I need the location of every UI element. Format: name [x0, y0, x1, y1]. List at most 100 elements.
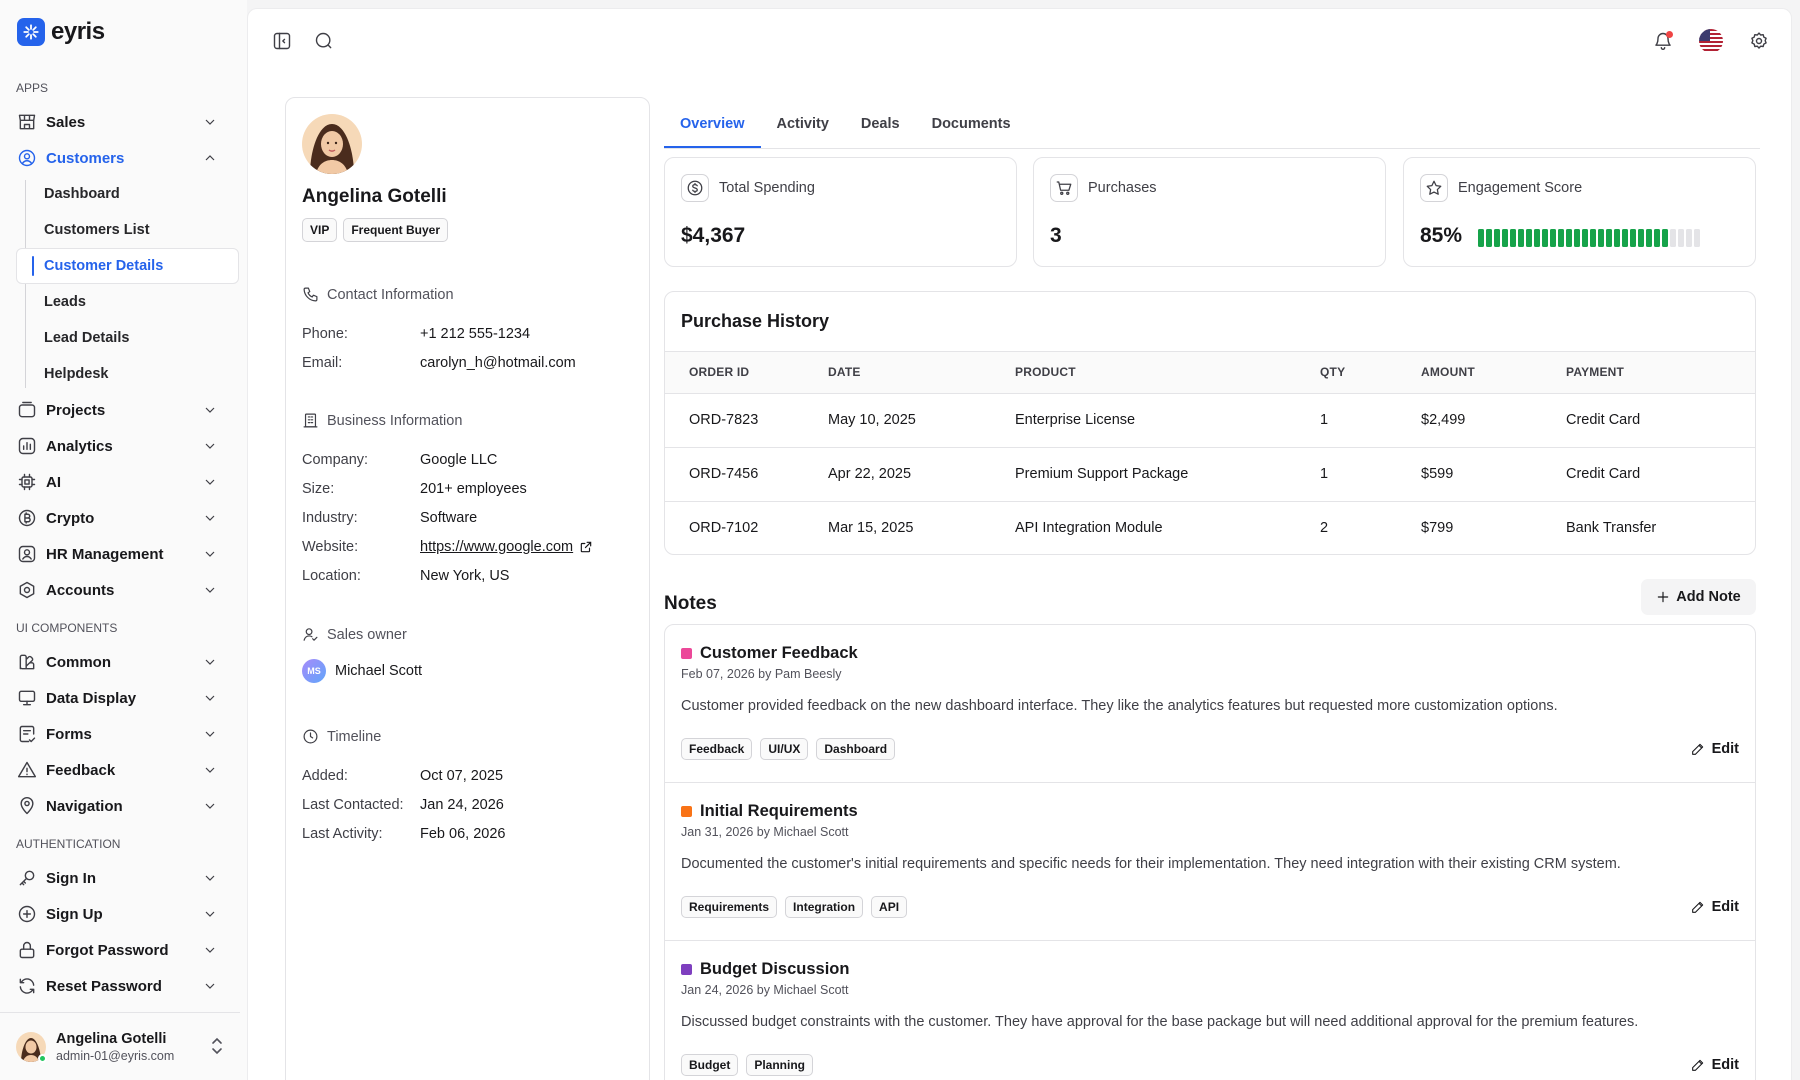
- sidebar-item-label: Accounts: [46, 581, 115, 599]
- date-cell: Apr 22, 2025: [828, 447, 1015, 502]
- size-value: 201+ employees: [420, 480, 527, 497]
- sidebar-item-ai[interactable]: AI: [8, 464, 232, 500]
- last-contacted-value: Jan 24, 2026: [420, 796, 504, 813]
- sidebar-item-label: Forgot Password: [46, 941, 169, 959]
- sidebar-item-analytics[interactable]: Analytics: [8, 428, 232, 464]
- sidebar-item-reset-password[interactable]: Reset Password: [8, 968, 232, 1004]
- progress-segment: [1686, 229, 1692, 247]
- field-label: Email:: [302, 354, 343, 371]
- subnav-item-dashboard[interactable]: Dashboard: [25, 176, 232, 212]
- customer-tags: VIP Frequent Buyer: [302, 218, 449, 242]
- note-title: Initial Requirements: [700, 802, 858, 820]
- progress-segment: [1534, 229, 1540, 247]
- bitcoin-icon: [17, 508, 37, 528]
- contact-information: Contact Information Phone: +1 212 555-123…: [302, 286, 637, 377]
- chevron-down-icon: [202, 798, 218, 814]
- edit-note-button[interactable]: Edit: [1690, 1054, 1739, 1076]
- note-tag: Dashboard: [816, 738, 896, 760]
- tab-deals[interactable]: Deals: [845, 105, 916, 148]
- sidebar-item-accounts[interactable]: Accounts: [8, 572, 232, 608]
- section-heading: Sales owner: [327, 626, 407, 643]
- sidebar-item-common[interactable]: Common: [8, 644, 232, 680]
- plus-icon: [1658, 591, 1669, 603]
- website-link[interactable]: https://www.google.com: [420, 539, 593, 555]
- edit-label: Edit: [1711, 1057, 1739, 1073]
- sidebar-item-sign-in[interactable]: Sign In: [8, 860, 232, 896]
- us-flag-icon[interactable]: [1699, 29, 1723, 53]
- subnav-item-lead-details[interactable]: Lead Details: [25, 320, 232, 356]
- stat-value: $4,367: [681, 224, 746, 247]
- edit-note-button[interactable]: Edit: [1690, 896, 1739, 918]
- industry-value: Software: [420, 509, 478, 526]
- sidebar-item-sales[interactable]: Sales: [8, 104, 232, 140]
- key-icon: [17, 868, 37, 888]
- sidebar-item-label: Common: [46, 653, 111, 671]
- purchase-history-card: Purchase History ORDER ID DATE PRODUCT Q…: [664, 291, 1756, 555]
- star-icon: [1420, 174, 1448, 202]
- edit-label: Edit: [1711, 899, 1739, 915]
- note-meta: Jan 31, 2026 by Michael Scott: [681, 825, 849, 839]
- sidebar-toggle-icon[interactable]: [272, 31, 292, 51]
- sidebar-item-label: Sign Up: [46, 905, 103, 923]
- amount-cell: $599: [1421, 447, 1566, 502]
- sidebar-item-forms[interactable]: Forms: [8, 716, 232, 752]
- note-color-dot: [681, 964, 692, 975]
- chevron-down-icon: [202, 510, 218, 526]
- brand[interactable]: eyris: [17, 18, 105, 46]
- owner-name: Michael Scott: [335, 663, 423, 679]
- product-cell: Enterprise License: [1015, 393, 1320, 448]
- gear-icon[interactable]: [1749, 31, 1769, 51]
- tab-activity[interactable]: Activity: [761, 105, 845, 148]
- add-note-button[interactable]: Add Note: [1641, 579, 1756, 615]
- progress-segment: [1542, 229, 1548, 247]
- tag-badge: Frequent Buyer: [343, 218, 449, 242]
- field-label: Added:: [302, 767, 348, 784]
- sidebar-item-customers[interactable]: Customers: [8, 140, 232, 176]
- chevron-down-icon: [202, 726, 218, 742]
- date-cell: May 10, 2025: [828, 393, 1015, 448]
- table-row[interactable]: ORD-7102 Mar 15, 2025 API Integration Mo…: [665, 501, 1755, 554]
- progress-segment: [1566, 229, 1572, 247]
- bell-icon[interactable]: [1653, 31, 1673, 51]
- qty-cell: 1: [1320, 447, 1421, 502]
- table-header-row: ORDER ID DATE PRODUCT QTY AMOUNT PAYMENT: [665, 352, 1755, 394]
- chevron-down-icon: [202, 546, 218, 562]
- tab-overview[interactable]: Overview: [664, 105, 761, 148]
- business-information: Business Information Company: Google LLC …: [302, 412, 637, 590]
- amount-cell: $2,499: [1421, 393, 1566, 448]
- sidebar-item-forgot-password[interactable]: Forgot Password: [8, 932, 232, 968]
- column-header: QTY: [1320, 352, 1421, 394]
- table-row[interactable]: ORD-7823 May 10, 2025 Enterprise License…: [665, 393, 1755, 448]
- sidebar-item-sign-up[interactable]: Sign Up: [8, 896, 232, 932]
- company-value: Google LLC: [420, 451, 498, 468]
- field-label: Industry:: [302, 509, 358, 526]
- sidebar-item-hr-management[interactable]: HR Management: [8, 536, 232, 572]
- field-label: Last Activity:: [302, 825, 383, 842]
- note-item: Initial Requirements Jan 31, 2026 by Mic…: [665, 783, 1755, 941]
- notes-list: Customer Feedback Feb 07, 2026 by Pam Be…: [664, 624, 1756, 1080]
- brand-name: eyris: [51, 18, 105, 45]
- sidebar-item-label: Navigation: [46, 797, 123, 815]
- subnav-item-helpdesk[interactable]: Helpdesk: [25, 356, 232, 392]
- chart-icon: [17, 436, 37, 456]
- sidebar-item-crypto[interactable]: Crypto: [8, 500, 232, 536]
- stack-icon: [17, 400, 37, 420]
- edit-note-button[interactable]: Edit: [1690, 738, 1739, 760]
- sidebar-item-label: Data Display: [46, 689, 137, 707]
- tab-documents[interactable]: Documents: [916, 105, 1027, 148]
- subnav-item-customer-details[interactable]: Customer Details: [16, 248, 239, 284]
- customers-subnav: Dashboard Customers List Customer Detail…: [16, 176, 239, 392]
- sidebar-item-projects[interactable]: Projects: [8, 392, 232, 428]
- chevron-down-icon: [202, 942, 218, 958]
- subnav-item-leads[interactable]: Leads: [25, 284, 232, 320]
- sidebar-item-navigation[interactable]: Navigation: [8, 788, 232, 824]
- sidebar-item-data-display[interactable]: Data Display: [8, 680, 232, 716]
- monitor-icon: [17, 688, 37, 708]
- table-row[interactable]: ORD-7456 Apr 22, 2025 Premium Support Pa…: [665, 447, 1755, 502]
- column-header: PAYMENT: [1566, 352, 1755, 394]
- sidebar-item-feedback[interactable]: Feedback: [8, 752, 232, 788]
- user-menu[interactable]: Angelina Gotelli admin-01@eyris.com: [0, 1012, 240, 1080]
- subnav-item-customers-list[interactable]: Customers List: [25, 212, 232, 248]
- search-icon[interactable]: [314, 31, 334, 51]
- chevron-down-icon: [202, 978, 218, 994]
